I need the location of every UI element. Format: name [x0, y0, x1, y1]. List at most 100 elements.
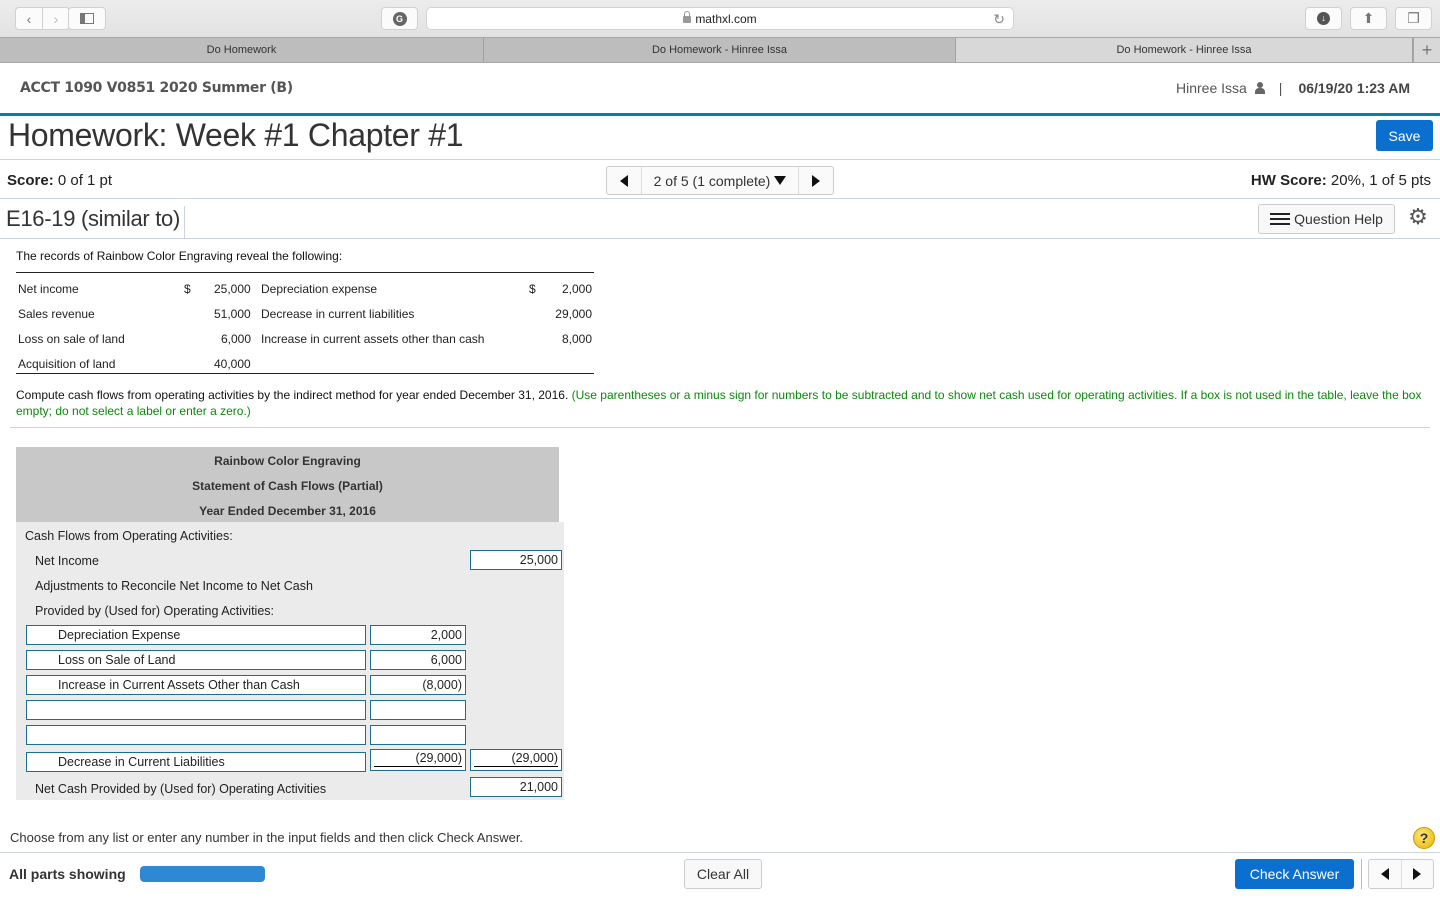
adjustment-label-select[interactable]: Decrease in Current Liabilities	[26, 752, 366, 772]
divider	[0, 198, 1440, 199]
sidebar-icon	[80, 13, 94, 24]
net-income-label: Net Income	[35, 554, 99, 568]
question-navigator: 2 of 5 (1 complete)	[606, 166, 834, 195]
question-select[interactable]: 2 of 5 (1 complete)	[641, 167, 799, 194]
footer-instruction: Choose from any list or enter any number…	[10, 830, 524, 845]
save-button[interactable]: Save	[1376, 120, 1433, 151]
table-row: Loss on sale of land 6,000 Increase in c…	[18, 332, 592, 346]
hw-score: HW Score: 20%, 1 of 5 pts	[1250, 172, 1431, 189]
underline	[374, 766, 462, 767]
divider	[10, 427, 1430, 428]
question-id: E16-19 (similar to)	[6, 206, 186, 238]
statement-title: Statement of Cash Flows (Partial)	[192, 479, 383, 493]
adjustments-label-2: Provided by (Used for) Operating Activit…	[35, 604, 274, 618]
tabs-icon: ❐	[1407, 10, 1420, 26]
tab-do-homework-1[interactable]: Do Homework	[0, 38, 484, 62]
triangle-left-icon	[620, 174, 628, 187]
lock-icon	[683, 11, 692, 23]
url-text: mathxl.com	[695, 11, 757, 26]
adjustment-label-select[interactable]: Loss on Sale of Land	[26, 650, 366, 670]
instructions: Compute cash flows from operating activi…	[16, 388, 1422, 418]
adjustment-value-input[interactable]: (8,000)	[370, 675, 466, 695]
tabs-overview-button[interactable]: ❐	[1395, 7, 1432, 30]
adjustment-value-input[interactable]	[370, 725, 466, 745]
previous-part-button[interactable]	[1369, 860, 1402, 888]
triangle-left-icon	[1380, 868, 1389, 880]
divider	[0, 238, 1440, 239]
adjustments-label-1: Adjustments to Reconcile Net Income to N…	[35, 579, 313, 593]
forward-button[interactable]: ›	[42, 7, 70, 30]
tab-do-homework-2[interactable]: Do Homework - Hinree Issa	[484, 38, 956, 62]
section-heading: Cash Flows from Operating Activities:	[25, 529, 233, 543]
part-navigator	[1368, 859, 1434, 889]
net-income-input[interactable]: 25,000	[470, 550, 562, 570]
question-score: Score: 0 of 1 pt	[7, 172, 113, 189]
total-adjustments-input[interactable]: (29,000)	[470, 749, 562, 771]
course-header: ACCT 1090 V0851 2020 Summer (B) Hinree I…	[0, 63, 1440, 113]
dropdown-triangle-icon	[774, 176, 787, 185]
sidebar-button[interactable]	[68, 7, 106, 30]
check-answer-button[interactable]: Check Answer	[1235, 859, 1354, 889]
help-icon[interactable]: ?	[1413, 827, 1435, 849]
new-tab-button[interactable]: +	[1413, 38, 1440, 62]
tab-do-homework-3[interactable]: Do Homework - Hinree Issa	[956, 38, 1413, 62]
address-bar[interactable]: mathxl.com ↻	[426, 7, 1014, 30]
browser-tabs: Do Homework Do Homework - Hinree Issa Do…	[0, 37, 1440, 63]
course-title: ACCT 1090 V0851 2020 Summer (B)	[20, 80, 293, 96]
table-row: Acquisition of land 40,000	[18, 357, 251, 371]
statement-header: Rainbow Color Engraving Statement of Cas…	[16, 447, 559, 522]
download-icon: ↓	[1317, 12, 1330, 25]
chevron-left-icon: ‹	[26, 10, 32, 27]
problem-intro: The records of Rainbow Color Engraving r…	[16, 249, 343, 263]
grammarly-icon: G	[392, 11, 407, 26]
adjustment-value-input[interactable]	[370, 700, 466, 720]
clear-all-button[interactable]: Clear All	[684, 859, 762, 889]
grammarly-button[interactable]: G	[381, 7, 418, 30]
divider	[1361, 859, 1362, 889]
browser-toolbar: ‹ › G mathxl.com ↻ ↓ ⬆ ❐	[0, 0, 1440, 37]
adjustment-value-input[interactable]: (29,000)	[370, 749, 466, 771]
divider	[0, 852, 1440, 853]
all-parts-label: All parts showing	[9, 866, 126, 882]
question-help-button[interactable]: Question Help	[1258, 204, 1395, 234]
records-table: Net income $ 25,000 Depreciation expense…	[16, 272, 594, 374]
adjustment-label-select[interactable]: Increase in Current Assets Other than Ca…	[26, 675, 366, 695]
statement-company: Rainbow Color Engraving	[214, 454, 361, 468]
adjustment-label-select[interactable]: Depreciation Expense	[26, 625, 366, 645]
next-question-button[interactable]	[799, 167, 833, 194]
table-row: Sales revenue 51,000 Decrease in current…	[18, 307, 592, 321]
page-title: Homework: Week #1 Chapter #1	[8, 117, 464, 153]
triangle-right-icon	[812, 174, 820, 187]
downloads-button[interactable]: ↓	[1305, 7, 1342, 30]
header-divider	[0, 113, 1440, 116]
statement-body: Cash Flows from Operating Activities: Ne…	[16, 522, 564, 800]
next-part-button[interactable]	[1402, 860, 1434, 888]
previous-question-button[interactable]	[607, 167, 641, 194]
progress-fill	[140, 866, 265, 882]
gear-icon[interactable]: ⚙	[1407, 206, 1429, 228]
share-icon: ⬆	[1362, 10, 1375, 26]
list-icon	[1270, 213, 1291, 225]
underline	[474, 766, 558, 767]
net-cash-label: Net Cash Provided by (Used for) Operatin…	[35, 782, 327, 796]
datetime: 06/19/20 1:23 AM	[1298, 80, 1410, 96]
share-button[interactable]: ⬆	[1350, 7, 1387, 30]
adjustment-label-select[interactable]	[26, 700, 366, 720]
user-icon	[1254, 82, 1265, 94]
net-cash-input[interactable]: 21,000	[470, 777, 562, 797]
adjustment-value-input[interactable]: 6,000	[370, 650, 466, 670]
statement-period: Year Ended December 31, 2016	[199, 504, 376, 518]
reload-icon[interactable]: ↻	[993, 11, 1005, 28]
plus-icon: +	[1421, 39, 1433, 60]
divider	[0, 159, 1440, 160]
back-button[interactable]: ‹	[15, 7, 43, 30]
adjustment-label-select[interactable]	[26, 725, 366, 745]
separator: |	[1278, 80, 1283, 96]
chevron-right-icon: ›	[53, 10, 59, 27]
table-row: Net income $ 25,000 Depreciation expense…	[18, 282, 592, 296]
parts-progress-bar	[140, 866, 265, 882]
user-area: Hinree Issa | 06/19/20 1:23 AM	[1176, 80, 1410, 96]
triangle-right-icon	[1413, 868, 1422, 880]
adjustment-value-input[interactable]: 2,000	[370, 625, 466, 645]
user-name[interactable]: Hinree Issa	[1176, 80, 1247, 96]
